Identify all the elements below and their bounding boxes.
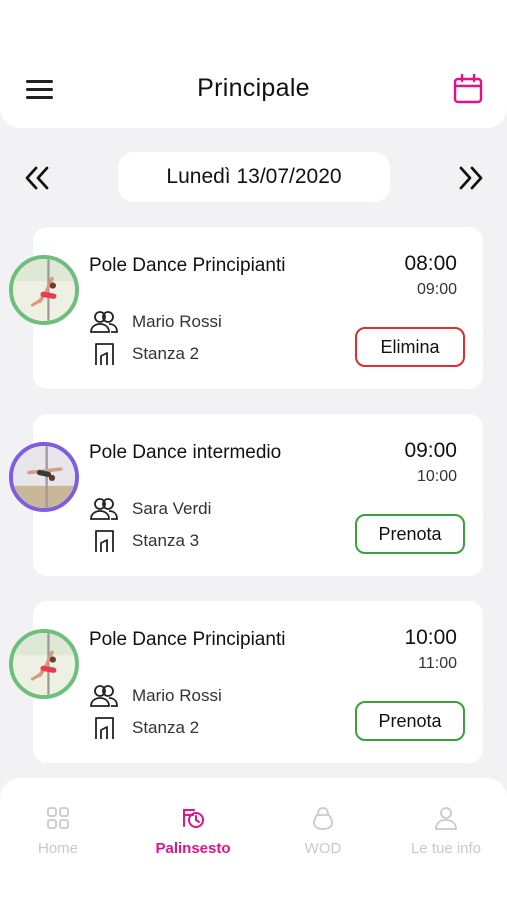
calendar-icon (453, 73, 483, 104)
lesson-avatar (9, 629, 79, 699)
room-name: Stanza 3 (132, 531, 200, 550)
tab-label: Le tue info (410, 840, 482, 857)
pole-dancer-image (13, 446, 75, 508)
kettlebell-icon (313, 807, 333, 830)
teacher-row: Sara Verdi (89, 496, 211, 522)
teacher-name: Sara Verdi (132, 499, 212, 518)
delete-booking-button[interactable]: Elimina (355, 327, 465, 367)
lesson-start-time: 09:00 (404, 439, 457, 462)
tab-wod[interactable]: WOD (260, 804, 386, 857)
lesson-start-time: 10:00 (404, 626, 457, 649)
teacher-row: Mario Rossi (89, 309, 222, 335)
tab-palinsesto[interactable]: Palinsesto (130, 804, 256, 857)
room-name: Stanza 2 (132, 718, 200, 737)
double-chevron-right-icon (459, 166, 483, 190)
teacher-row: Mario Rossi (89, 683, 222, 709)
bottom-tab-bar: Home Palinsesto WOD Le tue info (0, 778, 507, 900)
lesson-card[interactable]: Pole Dance Principianti 10:00 11:00 Mari… (9, 601, 483, 763)
page-title: Principale (197, 74, 310, 102)
room-row: Stanza 2 (89, 341, 199, 367)
teacher-name: Mario Rossi (132, 312, 222, 331)
lesson-card[interactable]: Pole Dance intermedio 09:00 10:00 Sara V… (9, 414, 483, 576)
tab-label: WOD (304, 840, 342, 857)
lesson-avatar (9, 255, 79, 325)
tab-label: Palinsesto (155, 840, 231, 857)
previous-day-button[interactable] (22, 163, 52, 193)
calendar-button[interactable] (451, 72, 485, 106)
people-icon (90, 498, 118, 520)
people-icon (90, 311, 118, 333)
lesson-end-time: 09:00 (416, 281, 457, 298)
room-row: Stanza 2 (89, 715, 199, 741)
lesson-avatar (9, 442, 79, 512)
room-name: Stanza 2 (132, 344, 200, 363)
pole-dancer-image (13, 633, 75, 695)
people-icon (90, 685, 118, 707)
lesson-title: Pole Dance Principianti (89, 255, 286, 276)
lesson-start-time: 08:00 (404, 252, 457, 275)
lesson-card[interactable]: Pole Dance Principianti 08:00 09:00 Mari… (9, 227, 483, 389)
schedule-icon (183, 809, 204, 828)
teacher-name: Mario Rossi (132, 686, 222, 705)
room-icon (95, 717, 114, 739)
pole-dancer-image (13, 259, 75, 321)
room-icon (95, 343, 114, 365)
room-row: Stanza 3 (89, 528, 199, 554)
grid-icon (47, 807, 69, 829)
tab-label: Home (37, 840, 78, 857)
date-selector[interactable]: Lunedì 13/07/2020 (118, 152, 390, 202)
double-chevron-left-icon (25, 166, 49, 190)
lesson-end-time: 11:00 (418, 655, 457, 672)
lesson-title: Pole Dance Principianti (89, 629, 286, 650)
user-icon (435, 807, 457, 830)
tab-home[interactable]: Home (0, 804, 121, 857)
lesson-end-time: 10:00 (416, 468, 457, 485)
next-day-button[interactable] (456, 163, 486, 193)
book-button[interactable]: Prenota (355, 514, 465, 554)
tab-le-tue-info[interactable]: Le tue info (383, 804, 507, 857)
lesson-title: Pole Dance intermedio (89, 442, 282, 463)
room-icon (95, 530, 114, 552)
app-header: Principale (0, 0, 507, 128)
book-button[interactable]: Prenota (355, 701, 465, 741)
